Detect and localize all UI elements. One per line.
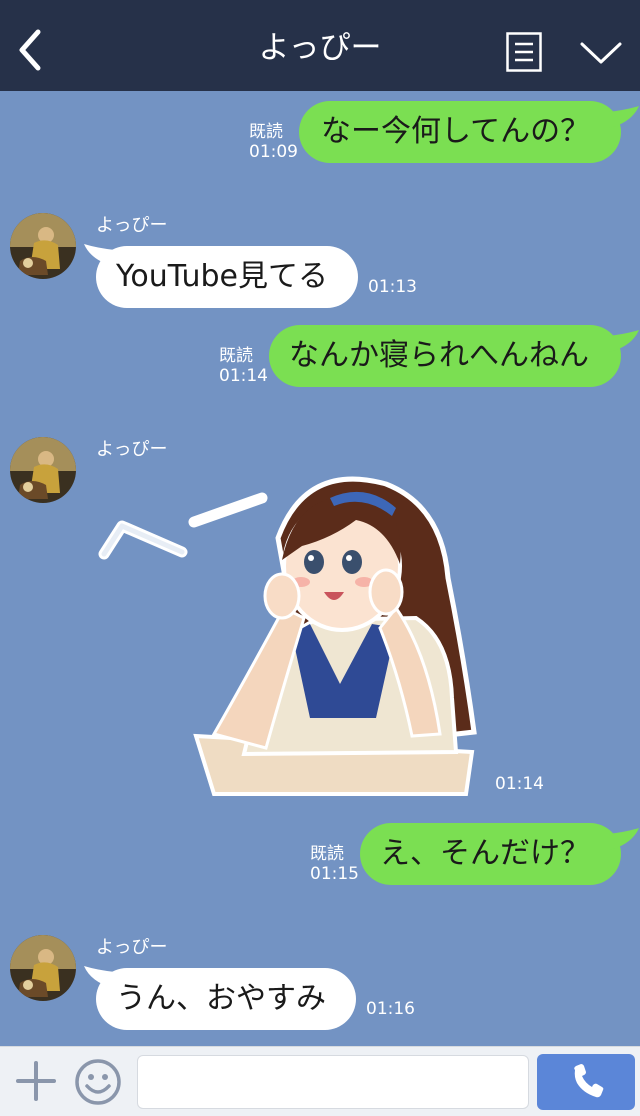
plus-icon [16, 1061, 56, 1101]
avatar[interactable] [10, 213, 76, 279]
chat-header: よっぴー [0, 0, 640, 91]
smiley-icon [75, 1059, 121, 1105]
input-bar [0, 1046, 640, 1116]
notes-icon [506, 32, 542, 72]
incoming-message-bubble[interactable]: うん、おやすみ [96, 968, 356, 1030]
sender-name: よっぴー [96, 215, 168, 236]
emoji-button[interactable] [74, 1058, 122, 1106]
message-text: YouTube見てる [116, 259, 328, 294]
message-time: 01:16 [366, 999, 415, 1019]
outgoing-message-bubble[interactable]: なー今何してんの？ [299, 101, 621, 163]
plus-button[interactable] [14, 1059, 58, 1103]
message-time: 01:14 [495, 774, 544, 794]
avatar-image [10, 213, 76, 279]
outgoing-message-bubble[interactable]: え、そんだけ？ [360, 823, 621, 885]
call-button[interactable] [537, 1054, 635, 1110]
bubble-tail [608, 106, 639, 128]
message-text: うん、おやすみ [116, 981, 326, 1016]
read-label: 既読 [249, 122, 283, 142]
message-text: え、そんだけ？ [380, 836, 590, 871]
read-receipt: 既読 01:15 [310, 844, 359, 884]
message-time: 01:14 [219, 366, 268, 386]
chevron-left-icon [19, 29, 41, 71]
chevron-down-icon [580, 42, 622, 64]
sticker-message[interactable] [96, 468, 496, 798]
phone-icon [574, 1064, 604, 1098]
collapse-button[interactable] [578, 36, 624, 70]
read-label: 既読 [310, 844, 344, 864]
incoming-message-bubble[interactable]: YouTube見てる [96, 246, 358, 308]
bubble-tail [608, 828, 639, 850]
message-text: なー今何してんの？ [321, 114, 591, 149]
read-receipt: 既読 01:14 [219, 346, 268, 386]
notes-button[interactable] [506, 32, 542, 72]
message-time: 01:09 [249, 142, 298, 162]
chat-title: よっぴー [258, 30, 382, 66]
message-time: 01:13 [368, 277, 417, 297]
avatar-image [10, 437, 76, 503]
read-receipt: 既読 01:09 [249, 122, 298, 162]
message-input[interactable] [137, 1055, 529, 1109]
sticker-image [98, 476, 477, 796]
avatar[interactable] [10, 935, 76, 1001]
avatar-image [10, 935, 76, 1001]
outgoing-message-bubble[interactable]: なんか寝られへんねん [269, 325, 621, 387]
read-label: 既読 [219, 346, 253, 366]
sender-name: よっぴー [96, 937, 168, 958]
message-text: なんか寝られへんねん [289, 338, 589, 373]
avatar[interactable] [10, 437, 76, 503]
back-button[interactable] [12, 28, 48, 72]
sticker-caption [98, 492, 268, 560]
message-time: 01:15 [310, 864, 359, 884]
sender-name: よっぴー [96, 439, 168, 460]
bubble-tail [608, 330, 639, 352]
